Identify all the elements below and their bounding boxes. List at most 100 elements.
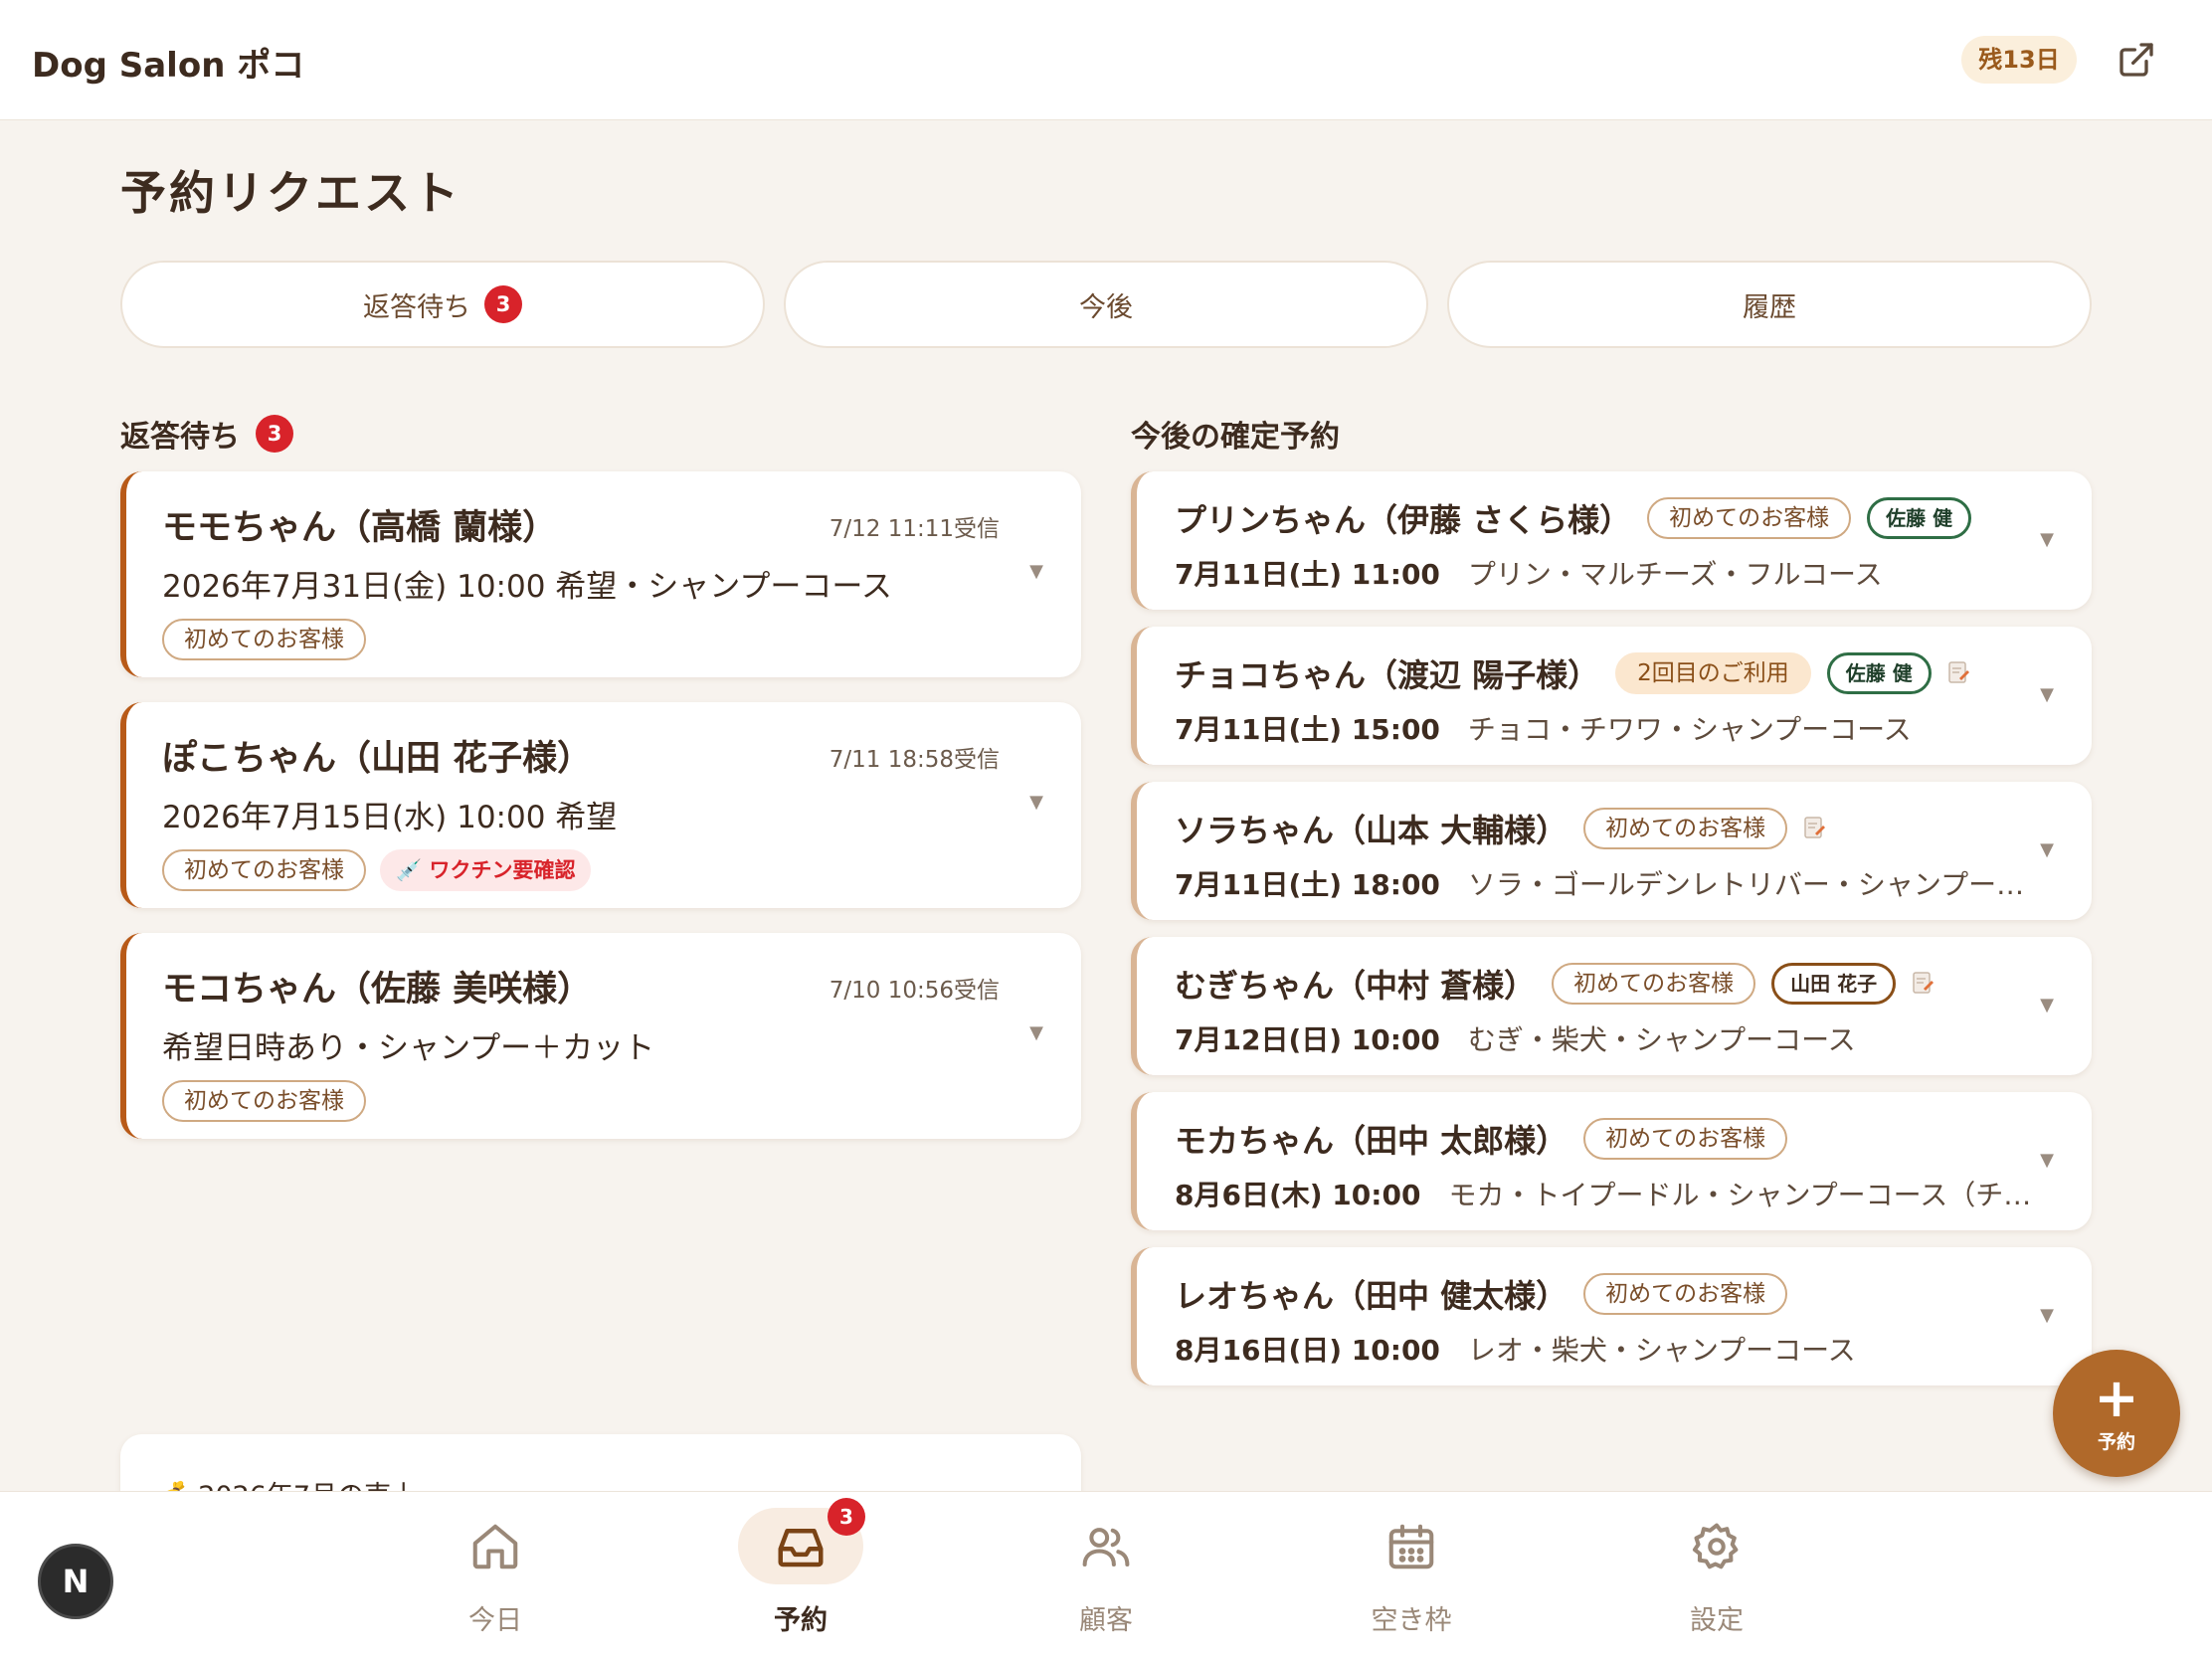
request-received-time: 7/11 18:58受信 bbox=[829, 747, 1000, 773]
customer-status-tag: 初めてのお客様 bbox=[1552, 963, 1756, 1005]
home-icon bbox=[472, 1524, 518, 1568]
app-header: Dog Salon ポコ 残13日 bbox=[0, 0, 2212, 120]
confirmed-booking-card[interactable]: モカちゃん（田中 太郎様） 初めてのお客様 8月6日(木) 10:00 モカ・ト… bbox=[1131, 1092, 2092, 1230]
booking-name: レオちゃん（田中 健太様） bbox=[1175, 1277, 1568, 1315]
request-received-time: 7/10 10:56受信 bbox=[829, 978, 1000, 1004]
request-card[interactable]: モモちゃん（高橋 蘭様） 7/12 11:11受信 2026年7月31日(金) … bbox=[120, 471, 1081, 677]
request-detail: 希望日時あり・シャンプー＋カット bbox=[162, 1030, 655, 1066]
trial-remaining-badge: 残13日 bbox=[1961, 36, 2077, 84]
booking-datetime: 7月11日(土) 11:00 bbox=[1175, 558, 1440, 591]
gear-icon bbox=[1692, 1523, 1739, 1568]
booking-datetime: 7月12日(日) 10:00 bbox=[1175, 1023, 1440, 1056]
inbox-icon bbox=[778, 1528, 824, 1567]
tab-upcoming[interactable]: 今後 bbox=[784, 261, 1428, 348]
request-name: モコちゃん（佐藤 美咲様） bbox=[162, 970, 593, 1010]
calendar-icon bbox=[1388, 1524, 1434, 1568]
customer-status-tag: 初めてのお客様 bbox=[1583, 808, 1788, 849]
expand-chevron-icon[interactable]: ▼ bbox=[1029, 1022, 1043, 1043]
tab-pending-label: 返答待ち bbox=[363, 291, 470, 323]
expand-chevron-icon[interactable]: ▼ bbox=[2040, 684, 2054, 705]
customer-status-tag: 初めてのお客様 bbox=[1647, 497, 1852, 539]
vaccine-alert-label: ワクチン要確認 bbox=[429, 858, 576, 882]
vaccine-alert-tag: 💉 ワクチン要確認 bbox=[380, 849, 592, 891]
confirmed-booking-card[interactable]: チョコちゃん（渡辺 陽子様） 2回目のご利用 佐藤 健 7月11日(土) 15:… bbox=[1131, 627, 2092, 765]
nav-label-bookings: 予約 bbox=[774, 1605, 828, 1636]
dev-tools-button[interactable]: N bbox=[38, 1544, 113, 1619]
pending-section-label: 返答待ち bbox=[120, 420, 240, 455]
request-name: ぽこちゃん（山田 花子様） bbox=[162, 739, 593, 779]
request-detail: 2026年7月31日(金) 10:00 希望・シャンプーコース bbox=[162, 569, 892, 605]
app-title: Dog Salon ポコ bbox=[32, 46, 305, 86]
booking-service: モカ・トイプードル・シャンプーコース（チ… bbox=[1448, 1179, 2032, 1211]
booking-name: プリンちゃん（伊藤 さくら様） bbox=[1175, 501, 1632, 539]
booking-datetime: 8月6日(木) 10:00 bbox=[1175, 1179, 1421, 1211]
tab-pending[interactable]: 返答待ち 3 bbox=[120, 261, 765, 348]
confirmed-booking-card[interactable]: レオちゃん（田中 健太様） 初めてのお客様 8月16日(日) 10:00 レオ・… bbox=[1131, 1247, 2092, 1385]
nav-label-today: 今日 bbox=[468, 1605, 522, 1636]
customer-status-tag: 2回目のご利用 bbox=[1615, 652, 1811, 694]
tab-history[interactable]: 履歴 bbox=[1447, 261, 2092, 348]
nav-item-open-slots[interactable]: 空き枠 bbox=[1342, 1508, 1481, 1637]
memo-icon bbox=[1948, 661, 1969, 683]
expand-chevron-icon[interactable]: ▼ bbox=[2040, 1305, 2054, 1326]
bottom-navigation: 今日 3 予約 顧客 空き枠 設定 bbox=[0, 1491, 2212, 1659]
upcoming-section-label: 今後の確定予約 bbox=[1131, 420, 1340, 455]
upcoming-section-title: 今後の確定予約 bbox=[1131, 412, 1340, 456]
booking-name: モカちゃん（田中 太郎様） bbox=[1175, 1122, 1568, 1160]
booking-service: レオ・柴犬・シャンプーコース bbox=[1467, 1334, 1856, 1367]
expand-chevron-icon[interactable]: ▼ bbox=[1029, 792, 1043, 813]
users-icon bbox=[1082, 1527, 1130, 1567]
syringe-icon: 💉 bbox=[396, 858, 423, 882]
pending-count-badge: 3 bbox=[256, 415, 293, 453]
add-booking-label: 予約 bbox=[2097, 1430, 2135, 1453]
plus-icon: + bbox=[2094, 1366, 2139, 1429]
booking-name: チョコちゃん（渡辺 陽子様） bbox=[1175, 656, 1600, 694]
request-card[interactable]: モコちゃん（佐藤 美咲様） 7/10 10:56受信 希望日時あり・シャンプー＋… bbox=[120, 933, 1081, 1139]
confirmed-booking-card[interactable]: ソラちゃん（山本 大輔様） 初めてのお客様 7月11日(土) 18:00 ソラ・… bbox=[1131, 782, 2092, 920]
request-received-time: 7/12 11:11受信 bbox=[829, 516, 1000, 542]
tab-history-label: 履歴 bbox=[1743, 291, 1796, 323]
nav-label-customers: 顧客 bbox=[1079, 1605, 1133, 1636]
first-visit-tag: 初めてのお客様 bbox=[162, 849, 366, 891]
booking-service: ソラ・ゴールデンレトリバー・シャンプー… bbox=[1467, 868, 2025, 901]
booking-service: むぎ・柴犬・シャンプーコース bbox=[1467, 1023, 1856, 1056]
nav-item-today[interactable]: 今日 bbox=[426, 1508, 565, 1637]
nav-item-settings[interactable]: 設定 bbox=[1647, 1508, 1786, 1637]
request-detail: 2026年7月15日(水) 10:00 希望 bbox=[162, 800, 618, 835]
staff-tag: 山田 花子 bbox=[1771, 963, 1897, 1005]
customer-status-tag: 初めてのお客様 bbox=[1583, 1118, 1788, 1160]
tab-upcoming-label: 今後 bbox=[1079, 291, 1133, 323]
nav-label-settings: 設定 bbox=[1690, 1605, 1744, 1636]
page-title: 予約リクエスト bbox=[120, 166, 461, 220]
confirmed-booking-card[interactable]: プリンちゃん（伊藤 さくら様） 初めてのお客様 佐藤 健 7月11日(土) 11… bbox=[1131, 471, 2092, 610]
bookings-nav-badge: 3 bbox=[828, 1498, 865, 1536]
expand-chevron-icon[interactable]: ▼ bbox=[1029, 561, 1043, 582]
booking-name: ソラちゃん（山本 大輔様） bbox=[1175, 812, 1568, 849]
expand-chevron-icon[interactable]: ▼ bbox=[2040, 839, 2054, 860]
booking-service: プリン・マルチーズ・フルコース bbox=[1467, 558, 1883, 591]
nav-item-customers[interactable]: 顧客 bbox=[1036, 1508, 1176, 1637]
pending-section-title: 返答待ち 3 bbox=[120, 412, 293, 456]
booking-service: チョコ・チワワ・シャンプーコース bbox=[1467, 713, 1912, 746]
add-booking-button[interactable]: + 予約 bbox=[2053, 1350, 2180, 1477]
booking-datetime: 7月11日(土) 15:00 bbox=[1175, 713, 1440, 746]
expand-chevron-icon[interactable]: ▼ bbox=[2040, 995, 2054, 1015]
request-name: モモちゃん（高橋 蘭様） bbox=[162, 508, 558, 548]
memo-icon bbox=[1804, 817, 1826, 838]
tab-pending-count-badge: 3 bbox=[484, 285, 522, 323]
first-visit-tag: 初めてのお客様 bbox=[162, 1080, 366, 1122]
expand-chevron-icon[interactable]: ▼ bbox=[2040, 529, 2054, 550]
nav-item-bookings[interactable]: 3 予約 bbox=[731, 1498, 870, 1637]
external-link-icon[interactable] bbox=[2117, 40, 2156, 80]
staff-tag: 佐藤 健 bbox=[1867, 497, 1972, 539]
request-card[interactable]: ぽこちゃん（山田 花子様） 7/11 18:58受信 2026年7月15日(水)… bbox=[120, 702, 1081, 908]
first-visit-tag: 初めてのお客様 bbox=[162, 619, 366, 660]
booking-datetime: 8月16日(日) 10:00 bbox=[1175, 1334, 1440, 1367]
memo-icon bbox=[1913, 972, 1935, 994]
booking-name: むぎちゃん（中村 蒼様） bbox=[1175, 967, 1537, 1005]
nav-label-open-slots: 空き枠 bbox=[1371, 1605, 1452, 1636]
booking-datetime: 7月11日(土) 18:00 bbox=[1175, 868, 1440, 901]
customer-status-tag: 初めてのお客様 bbox=[1583, 1273, 1788, 1315]
expand-chevron-icon[interactable]: ▼ bbox=[2040, 1150, 2054, 1171]
confirmed-booking-card[interactable]: むぎちゃん（中村 蒼様） 初めてのお客様 山田 花子 7月12日(日) 10:0… bbox=[1131, 937, 2092, 1075]
